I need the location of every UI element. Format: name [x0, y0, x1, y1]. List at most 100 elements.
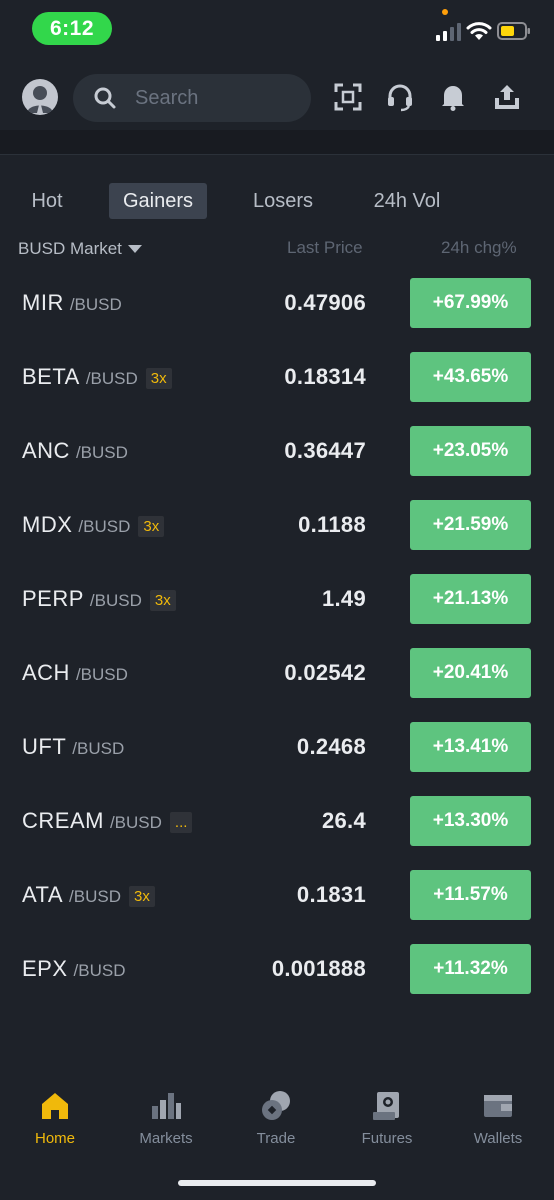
- market-row[interactable]: BETA/BUSD 3x 0.18314 +43.65%: [0, 351, 554, 425]
- last-price: 0.2468: [296, 734, 366, 759]
- trading-pair: MDX/BUSD 3x: [22, 499, 165, 551]
- tab-hot[interactable]: Hot: [18, 183, 76, 219]
- base-asset: BETA: [22, 364, 80, 389]
- search-bar[interactable]: [73, 74, 311, 122]
- trade-icon: [262, 1091, 290, 1120]
- trading-pair: MIR/BUSD: [22, 277, 122, 329]
- avatar-icon[interactable]: [22, 79, 58, 115]
- leverage-badge: 3x: [138, 515, 165, 537]
- change-badge[interactable]: +21.13%: [410, 574, 531, 624]
- nav-trade[interactable]: Trade: [226, 1090, 326, 1160]
- change-badge[interactable]: +13.41%: [410, 722, 531, 772]
- tab-gainers[interactable]: Gainers: [109, 183, 207, 219]
- change-header[interactable]: 24h chg%: [441, 238, 517, 260]
- cellular-signal-icon: [436, 23, 461, 41]
- base-asset: MDX: [22, 512, 73, 537]
- nav-markets[interactable]: Markets: [116, 1090, 216, 1160]
- market-row[interactable]: MDX/BUSD 3x 0.1188 +21.59%: [0, 499, 554, 573]
- trading-pair: PERP/BUSD 3x: [22, 573, 176, 625]
- base-asset: ANC: [22, 438, 70, 463]
- markets-icon: [152, 1093, 181, 1119]
- market-row[interactable]: UFT/BUSD 0.2468 +13.41%: [0, 721, 554, 795]
- base-asset: CREAM: [22, 808, 104, 833]
- trading-pair: UFT/BUSD: [22, 721, 124, 773]
- base-asset: ATA: [22, 882, 64, 907]
- headset-icon[interactable]: [385, 82, 415, 112]
- change-badge[interactable]: +11.32%: [410, 944, 531, 994]
- last-price: 0.001888: [271, 956, 366, 981]
- nav-home[interactable]: Home: [5, 1090, 105, 1160]
- change-badge[interactable]: +11.57%: [410, 870, 531, 920]
- last-price: 0.1831: [296, 882, 366, 907]
- futures-icon: [373, 1092, 399, 1120]
- market-row[interactable]: ANC/BUSD 0.36447 +23.05%: [0, 425, 554, 499]
- nav-home-label: Home: [34, 1130, 75, 1147]
- quote-asset: /BUSD: [109, 813, 162, 832]
- home-icon: [42, 1093, 68, 1119]
- top-header: [0, 58, 554, 130]
- bell-icon[interactable]: [438, 82, 468, 112]
- wifi-icon: [466, 22, 492, 40]
- nav-trade-label: Trade: [256, 1130, 296, 1147]
- trading-pair: CREAM/BUSD...: [22, 795, 193, 847]
- leverage-badge: 3x: [149, 589, 176, 611]
- last-price: 0.36447: [284, 438, 366, 463]
- change-badge[interactable]: +23.05%: [410, 426, 531, 476]
- last-price: 0.1188: [298, 512, 366, 537]
- base-asset: ACH: [22, 660, 70, 685]
- upload-icon[interactable]: [492, 82, 522, 112]
- last-price: 26.4: [321, 808, 366, 833]
- leverage-badge: 3x: [129, 885, 155, 907]
- quote-asset: /BUSD: [78, 517, 131, 536]
- home-indicator[interactable]: [178, 1180, 376, 1186]
- market-row[interactable]: MIR/BUSD 0.47906 +67.99%: [0, 277, 554, 351]
- market-row[interactable]: CREAM/BUSD... 26.4 +13.30%: [0, 795, 554, 869]
- trading-pair: ATA/BUSD 3x: [22, 869, 155, 921]
- last-price: 1.49: [321, 586, 366, 611]
- search-input[interactable]: [133, 85, 297, 111]
- market-row[interactable]: EPX/BUSD 0.001888 +11.32%: [0, 943, 554, 1017]
- quote-asset: /BUSD: [85, 369, 138, 388]
- wallet-icon: [484, 1095, 512, 1117]
- last-price: 0.18314: [284, 364, 366, 389]
- base-asset: PERP: [22, 586, 84, 611]
- change-badge[interactable]: +21.59%: [410, 500, 531, 550]
- nav-wallets[interactable]: Wallets: [448, 1090, 548, 1160]
- change-badge[interactable]: +13.30%: [410, 796, 531, 846]
- trading-pair: BETA/BUSD 3x: [22, 351, 172, 403]
- trading-pair: ACH/BUSD: [22, 647, 128, 699]
- quote-asset: /BUSD: [69, 887, 121, 906]
- market-selector[interactable]: BUSD Market: [18, 238, 142, 260]
- market-row[interactable]: ACH/BUSD 0.02542 +20.41%: [0, 647, 554, 721]
- battery-icon: [497, 22, 530, 40]
- header-divider: [0, 130, 554, 155]
- quote-asset: /BUSD: [72, 739, 125, 758]
- market-row[interactable]: PERP/BUSD 3x 1.49 +21.13%: [0, 573, 554, 647]
- quote-asset: /BUSD: [69, 295, 122, 314]
- search-icon: [94, 87, 116, 109]
- base-asset: MIR: [22, 290, 64, 315]
- market-row[interactable]: ATA/BUSD 3x 0.1831 +11.57%: [0, 869, 554, 943]
- status-bar: 6:12: [0, 0, 554, 58]
- last-price-header[interactable]: Last Price: [287, 238, 363, 260]
- market-tabs: Hot Gainers Losers 24h Vol: [0, 183, 554, 221]
- market-selector-label: BUSD Market: [18, 239, 122, 258]
- quote-asset: /BUSD: [75, 665, 128, 684]
- tab-24h-vol[interactable]: 24h Vol: [362, 183, 452, 219]
- change-badge[interactable]: +43.65%: [410, 352, 531, 402]
- trading-pair: EPX/BUSD: [22, 943, 126, 995]
- tab-losers[interactable]: Losers: [243, 183, 323, 219]
- base-asset: UFT: [22, 734, 67, 759]
- scan-icon[interactable]: [333, 82, 363, 112]
- change-badge[interactable]: +67.99%: [410, 278, 531, 328]
- leverage-badge: 3x: [145, 367, 172, 389]
- quote-asset: /BUSD: [73, 961, 126, 980]
- base-asset: EPX: [22, 956, 68, 981]
- change-badge[interactable]: +20.41%: [410, 648, 531, 698]
- caret-down-icon: [127, 245, 142, 253]
- last-price: 0.02542: [284, 660, 366, 685]
- status-time: 6:12: [32, 12, 112, 45]
- nav-futures[interactable]: Futures: [337, 1090, 437, 1160]
- nav-markets-label: Markets: [139, 1130, 193, 1147]
- nav-wallets-label: Wallets: [473, 1130, 523, 1147]
